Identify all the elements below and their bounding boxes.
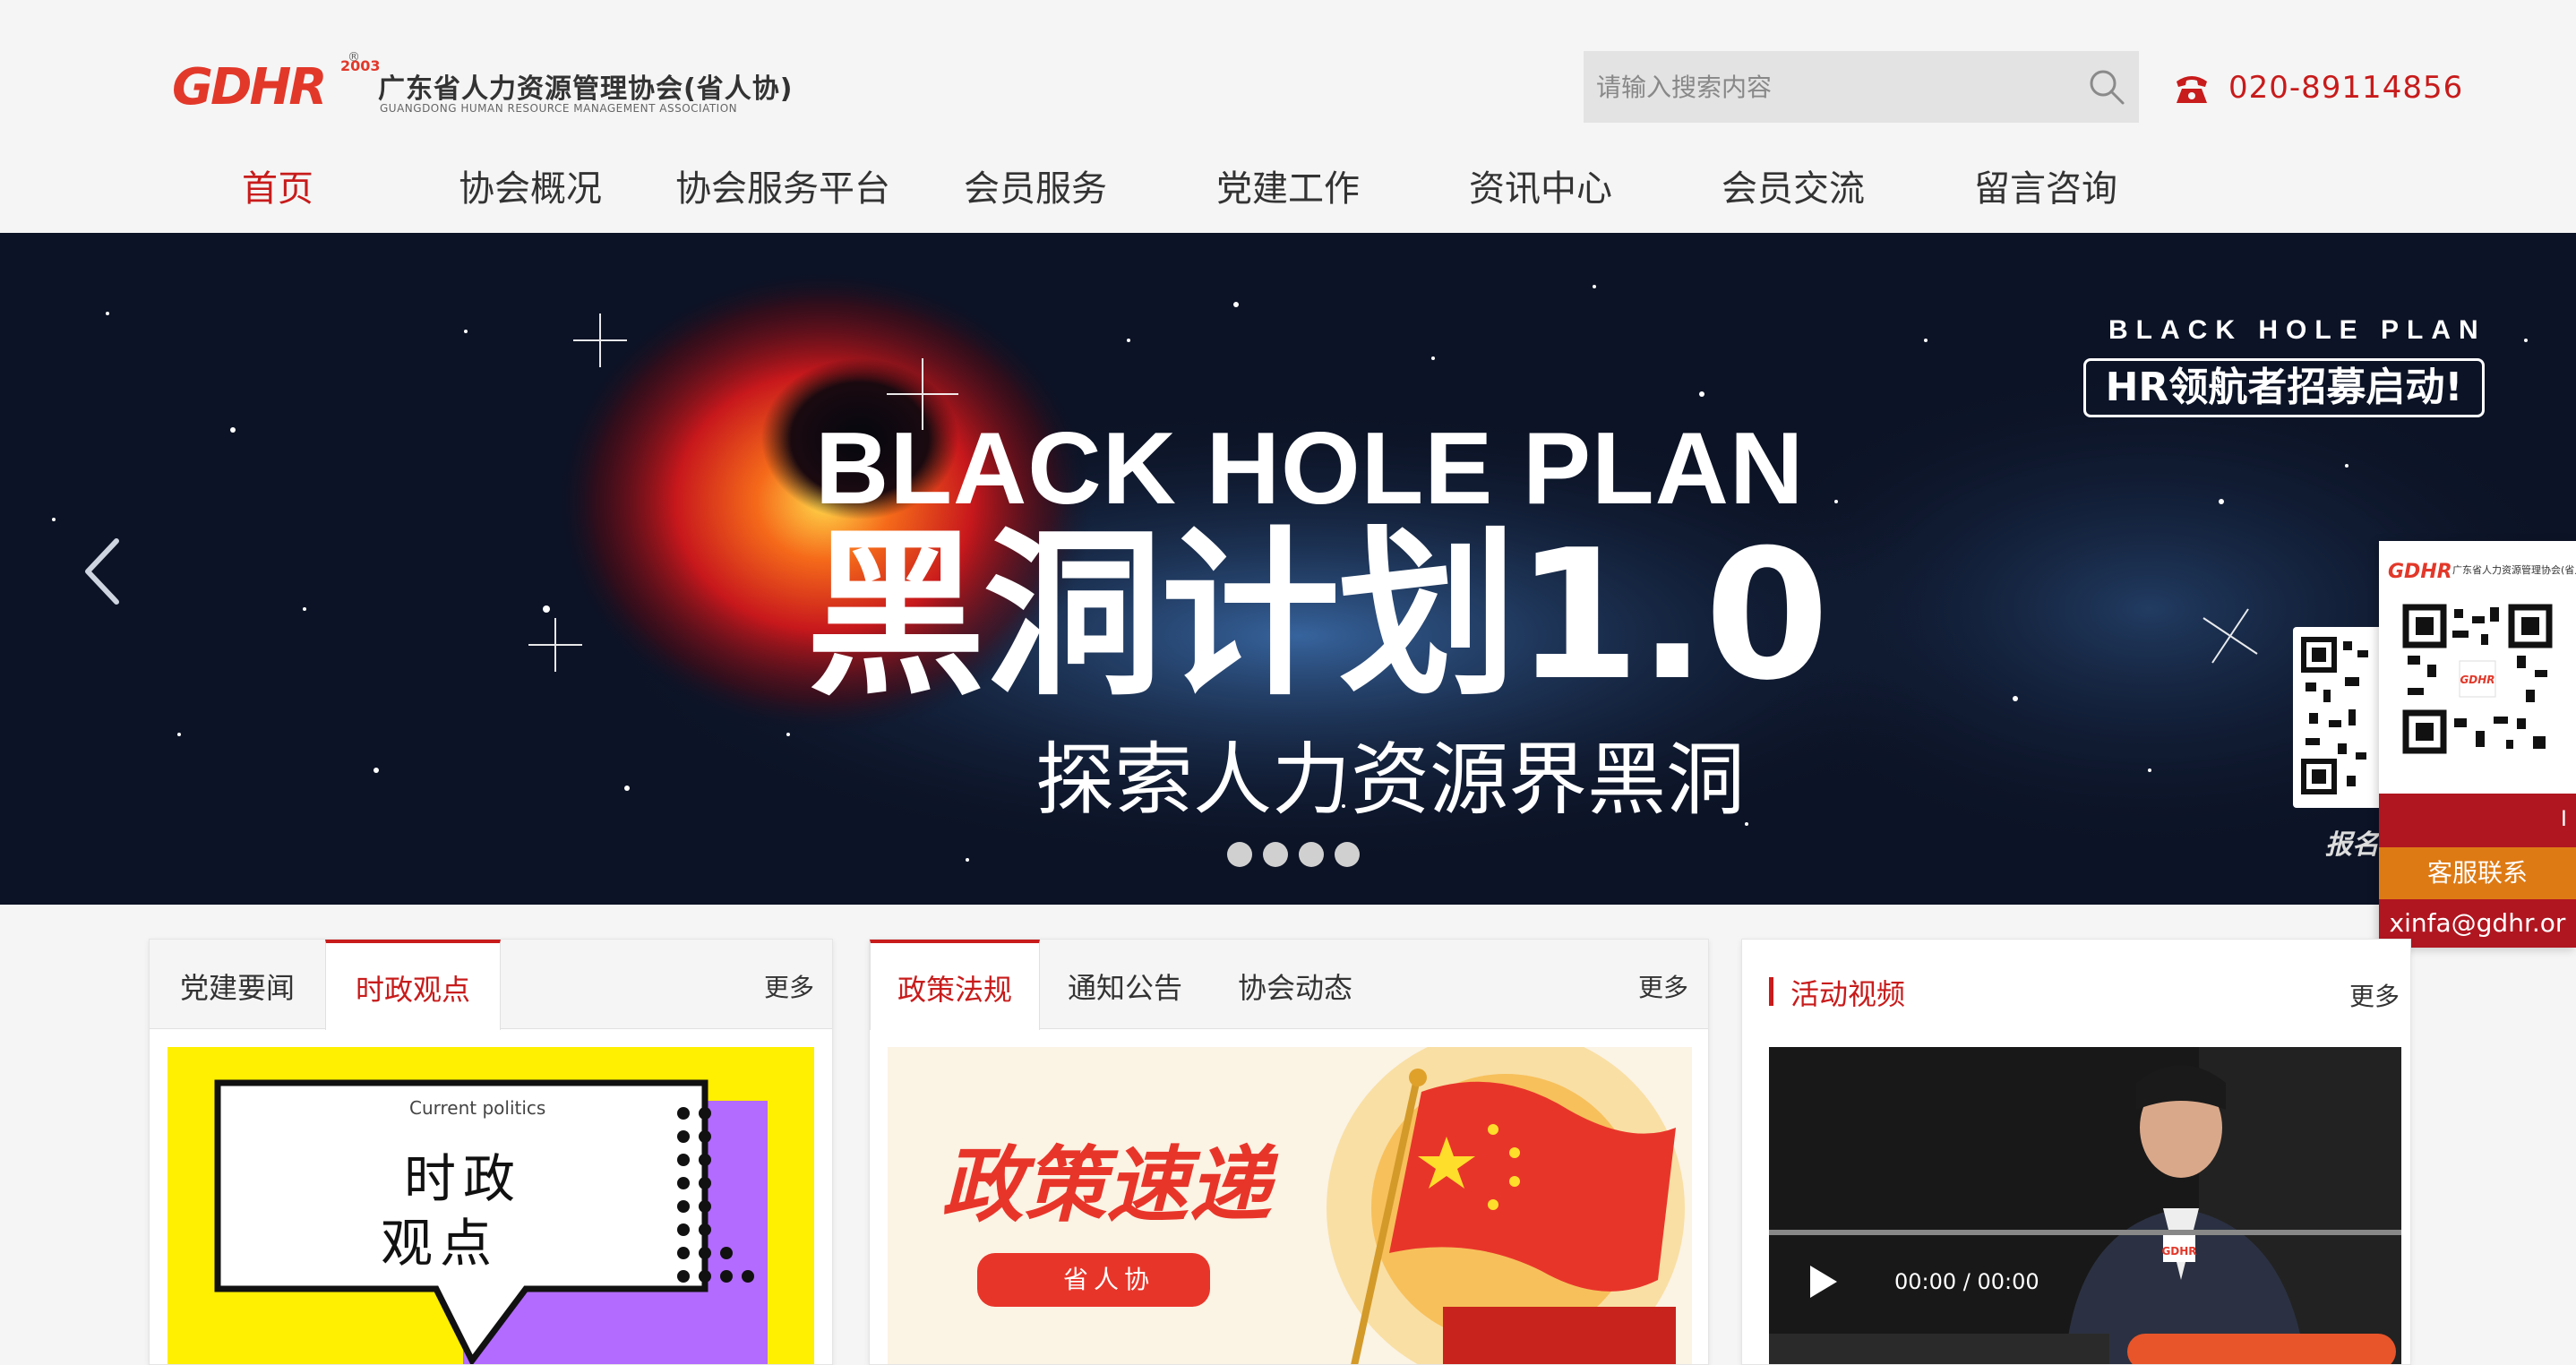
banner-subtitle: 探索人力资源界黑洞	[1035, 734, 1746, 826]
banner-badge-en: BLACK HOLE PLAN	[2108, 315, 2486, 345]
nav-item-member-service[interactable]: 会员服务	[964, 159, 1107, 211]
news-card: 党建要闻 时政观点 更多 Current politics 时政 观点	[149, 939, 833, 1365]
image-caption-en: Current politics	[409, 1097, 546, 1119]
video-player[interactable]: GDHR 00:00 / 00:00	[1769, 1047, 2401, 1364]
tab-current-politics[interactable]: 时政观点	[325, 940, 501, 1030]
nav-item-news-center[interactable]: 资讯中心	[1469, 159, 1612, 211]
side-logo-cn: 广东省人力资源管理协会(省人协)	[2452, 564, 2576, 576]
tab-policy-law[interactable]: 政策法规	[870, 940, 1040, 1030]
video-card-header: 活动视频 更多	[1742, 940, 2410, 1043]
policy-more-link[interactable]: 更多	[1638, 968, 1688, 1004]
video-time-current: 00:00	[1894, 1269, 1957, 1294]
search-input[interactable]	[1584, 51, 2067, 123]
tab-notices[interactable]: 通知公告	[1040, 940, 1210, 1029]
nav-item-home[interactable]: 首页	[242, 159, 313, 211]
current-politics-image[interactable]: Current politics 时政 观点	[167, 1047, 814, 1364]
policy-image-title: 政策速递	[941, 1138, 1272, 1233]
search-box	[1584, 51, 2139, 123]
side-red-bar[interactable]: I	[2379, 794, 2576, 847]
search-icon[interactable]	[2087, 67, 2126, 107]
banner-qr-code	[2293, 627, 2391, 808]
banner-signup-label[interactable]: 报名	[2325, 822, 2379, 862]
play-icon[interactable]	[1807, 1264, 1839, 1300]
main-nav: 首页 协会概况 协会服务平台 会员服务 党建工作 资讯中心 会员交流 留言咨询	[0, 152, 2576, 231]
carousel-dots	[1227, 842, 1360, 867]
image-caption-cn-2: 观点	[381, 1213, 500, 1274]
news-tabs: 党建要闻 时政观点 更多	[150, 940, 832, 1030]
nav-item-party-building[interactable]: 党建工作	[1216, 159, 1360, 211]
policy-image-sub: 省人协	[1063, 1265, 1155, 1294]
customer-service-button[interactable]: 客服联系	[2379, 847, 2576, 899]
nav-item-member-exchange[interactable]: 会员交流	[1722, 159, 1865, 211]
policy-express-image[interactable]: 政策速递 省人协	[888, 1047, 1692, 1364]
policy-card: 政策法规 通知公告 协会动态 更多 政策速递 省人协	[869, 939, 1709, 1365]
video-card: 活动视频 更多 GDHR 00:00 / 00:00	[1741, 939, 2411, 1365]
banner-badge-cn: HR领航者招募启动!	[2083, 358, 2485, 417]
banner-title-cn: 黑洞计划1.0	[806, 511, 1829, 720]
tab-party-news[interactable]: 党建要闻	[150, 940, 325, 1029]
floating-contact-panel: GDHR 广东省人力资源管理协会(省人协) GDHR I 客服联系 xinfa@…	[2379, 541, 2576, 948]
logo-name-en: GUANGDONG HUMAN RESOURCE MANAGEMENT ASSO…	[380, 102, 738, 115]
qr-code-icon	[2301, 637, 2368, 794]
site-logo[interactable]: GDHR ® 2003 广东省人力资源管理协会(省人协) GUANGDONG H…	[172, 50, 792, 120]
title-accent-bar	[1769, 977, 1773, 1006]
hotline: 020-89114856	[2173, 68, 2463, 107]
svg-text:GDHR: GDHR	[2161, 1245, 2196, 1258]
carousel-dot[interactable]	[1227, 842, 1252, 867]
telephone-icon	[2177, 76, 2207, 103]
banner-prev-icon[interactable]	[82, 536, 122, 607]
logo-mark: GDHR	[172, 58, 327, 116]
side-logo: GDHR	[2388, 561, 2452, 583]
qr-code-icon: GDHR	[2400, 602, 2555, 756]
video-time: 00:00 / 00:00	[1894, 1269, 2039, 1294]
banner-title-en: BLACK HOLE PLAN	[815, 412, 1805, 526]
nav-item-message[interactable]: 留言咨询	[1974, 159, 2117, 211]
video-more-link[interactable]: 更多	[2349, 977, 2400, 1013]
video-progress-bar[interactable]	[1769, 1230, 2401, 1235]
nav-item-service-platform[interactable]: 协会服务平台	[675, 159, 890, 211]
logo-year: 2003	[340, 57, 381, 74]
carousel-dot[interactable]	[1335, 842, 1360, 867]
nav-item-about[interactable]: 协会概况	[459, 159, 602, 211]
video-section-title: 活动视频	[1790, 977, 1906, 1011]
site-header: GDHR ® 2003 广东省人力资源管理协会(省人协) GUANGDONG H…	[0, 0, 2576, 231]
svg-text:GDHR: GDHR	[2460, 674, 2494, 686]
tab-association-news[interactable]: 协会动态	[1210, 940, 1380, 1029]
carousel-dot[interactable]	[1299, 842, 1324, 867]
carousel-dot[interactable]	[1263, 842, 1288, 867]
side-red-label: I	[2560, 806, 2567, 831]
video-frame: GDHR	[1769, 1047, 2401, 1364]
hero-banner[interactable]: BLACK HOLE PLAN 黑洞计划1.0 探索人力资源界黑洞 BLACK …	[0, 233, 2576, 905]
news-more-link[interactable]: 更多	[764, 968, 814, 1004]
policy-tabs: 政策法规 通知公告 协会动态 更多	[870, 940, 1708, 1030]
video-time-total: 00:00	[1977, 1269, 2039, 1294]
logo-name-cn: 广东省人力资源管理协会(省人协)	[378, 73, 794, 105]
phone-number[interactable]: 020-89114856	[2228, 70, 2463, 106]
